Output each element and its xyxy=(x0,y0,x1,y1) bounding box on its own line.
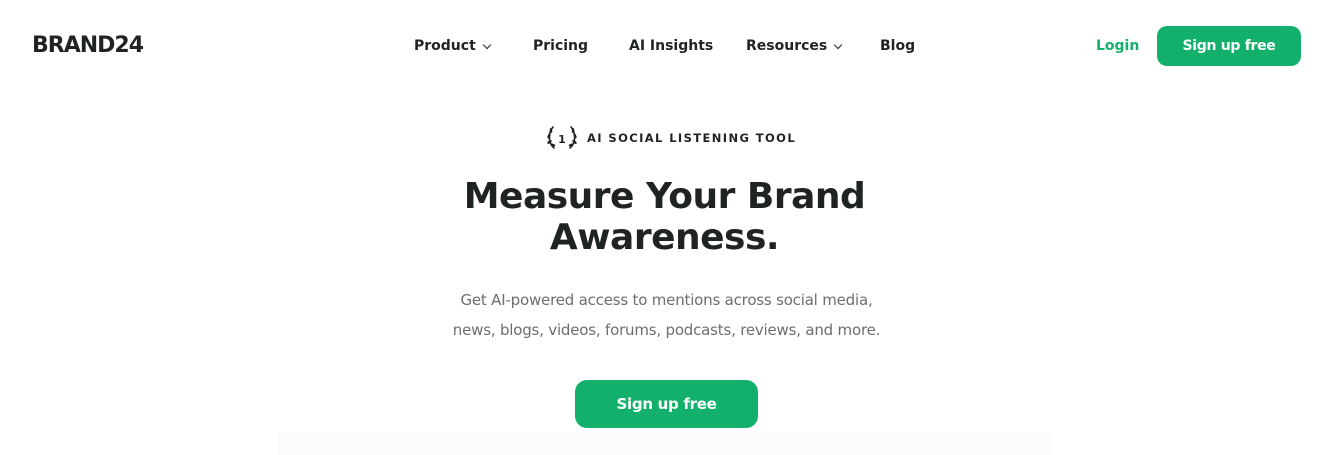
nav-item-ai-insights[interactable]: AI Insights xyxy=(629,36,713,56)
nav-item-resources[interactable]: Resources xyxy=(746,36,843,56)
nav-item-product[interactable]: Product xyxy=(414,36,492,56)
award-badge: 1 AI SOCIAL LISTENING TOOL xyxy=(545,124,796,152)
header-signup-button[interactable]: Sign up free xyxy=(1157,26,1301,66)
headline-line-2: Awareness. xyxy=(549,217,780,258)
nav-item-label: Product xyxy=(414,38,476,54)
nav-item-pricing[interactable]: Pricing xyxy=(533,36,588,56)
badge-text: AI SOCIAL LISTENING TOOL xyxy=(587,131,797,145)
laurel-badge-icon: 1 xyxy=(547,126,577,149)
login-link[interactable]: Login xyxy=(1096,36,1139,56)
headline-line-1: Measure Your Brand xyxy=(463,176,866,217)
nav-item-label: Resources xyxy=(746,38,828,54)
badge-number: 1 xyxy=(558,133,566,146)
site-header: BRAND24 Product Pricing AI Insights Reso… xyxy=(0,0,1329,92)
nav-item-label: Blog xyxy=(880,38,916,54)
nav-item-label: Pricing xyxy=(533,38,589,54)
nav-item-blog[interactable]: Blog xyxy=(880,36,915,56)
hero-headline: Measure Your Brand Awareness. xyxy=(0,176,1329,258)
hero-signup-button[interactable]: Sign up free xyxy=(575,380,758,428)
subtext-line-1: Get AI-powered access to mentions across… xyxy=(460,291,873,309)
subtext-line-2: news, blogs, videos, forums, podcasts, r… xyxy=(452,321,881,339)
chevron-down-icon xyxy=(482,40,492,49)
hero-subtext: Get AI-powered access to mentions across… xyxy=(0,285,1329,345)
brand-logo[interactable]: BRAND24 xyxy=(32,32,144,60)
page: BRAND24 Product Pricing AI Insights Reso… xyxy=(0,0,1329,455)
preview-panel-edge xyxy=(278,432,1051,455)
nav-item-label: AI Insights xyxy=(629,38,714,54)
chevron-down-icon xyxy=(833,40,843,49)
